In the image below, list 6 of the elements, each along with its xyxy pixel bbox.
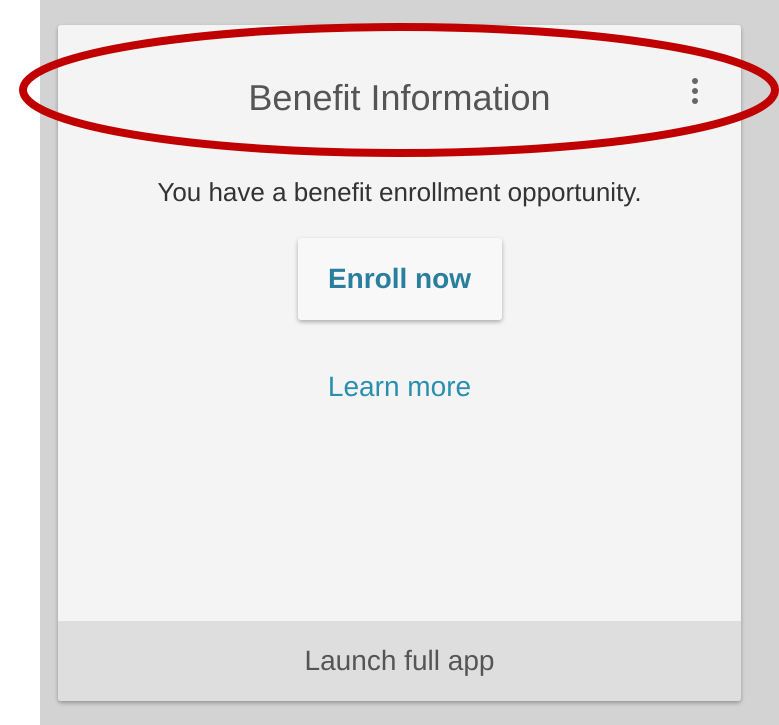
enrollment-message: You have a benefit enrollment opportunity. — [157, 176, 642, 209]
learn-more-link[interactable]: Learn more — [328, 366, 472, 408]
launch-full-app-button[interactable]: Launch full app — [58, 621, 741, 701]
more-options-icon[interactable] — [691, 77, 699, 105]
card-title: Benefit Information — [248, 76, 551, 120]
enroll-now-button[interactable]: Enroll now — [298, 238, 502, 320]
